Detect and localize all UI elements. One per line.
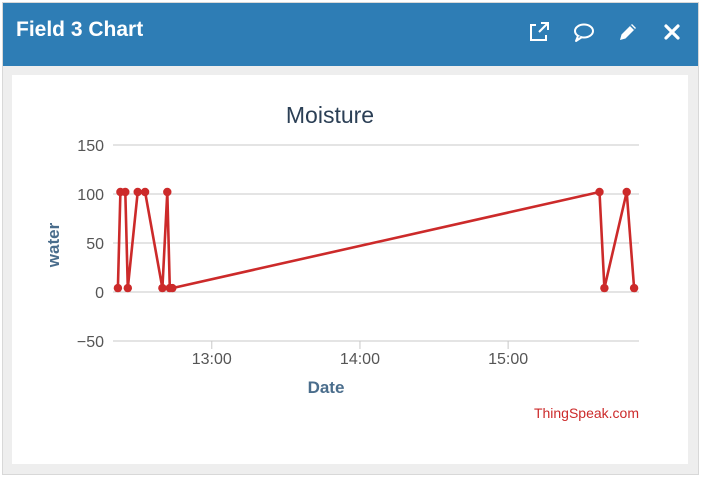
chart-title: Moisture bbox=[286, 102, 374, 128]
x-tick-label: 13:00 bbox=[192, 351, 232, 368]
x-tick-label: 14:00 bbox=[340, 351, 380, 368]
pencil-icon[interactable] bbox=[616, 20, 640, 44]
y-tick-label: 150 bbox=[77, 138, 104, 155]
data-point bbox=[158, 283, 167, 293]
widget-header: Field 3 Chart bbox=[3, 3, 698, 66]
x-axis-title: Date bbox=[308, 378, 345, 397]
data-point bbox=[113, 283, 123, 293]
y-tick-label: 50 bbox=[86, 236, 104, 253]
credit-link[interactable]: ThingSpeak.com bbox=[534, 405, 639, 421]
data-point bbox=[123, 283, 132, 293]
data-point bbox=[168, 283, 177, 293]
x-tick-label: 15:00 bbox=[488, 351, 528, 368]
comment-icon[interactable] bbox=[572, 20, 596, 44]
y-tick-label: −50 bbox=[77, 334, 104, 351]
widget-title: Field 3 Chart bbox=[16, 18, 144, 41]
data-point bbox=[133, 187, 142, 197]
close-icon[interactable] bbox=[660, 20, 684, 44]
data-point bbox=[121, 187, 130, 197]
data-point bbox=[163, 187, 172, 197]
y-tick-label: 100 bbox=[77, 187, 104, 204]
y-tick-label: 0 bbox=[95, 285, 104, 302]
data-point bbox=[622, 187, 631, 197]
chart-panel: Moisture 150 100 50 0 −50 13:00 14:00 15:00 Date w… bbox=[12, 75, 688, 464]
series-line bbox=[116, 190, 636, 290]
external-link-icon[interactable] bbox=[527, 20, 551, 44]
chart-widget: Field 3 Chart Moisture 150 100 50 0 −50 … bbox=[2, 2, 699, 475]
chart: Moisture 150 100 50 0 −50 13:00 14:00 15:00 Date w… bbox=[44, 102, 639, 421]
data-point bbox=[140, 187, 150, 197]
y-axis-title: water bbox=[44, 222, 63, 268]
data-point bbox=[629, 283, 639, 293]
data-point bbox=[600, 283, 609, 293]
data-point bbox=[595, 187, 604, 197]
